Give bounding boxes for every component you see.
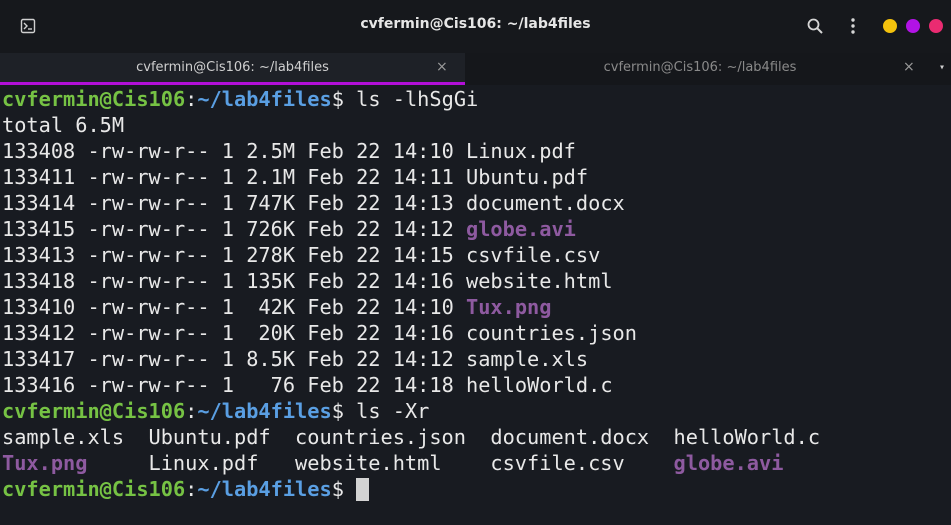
prompt-line: cvfermin@Cis106:~/lab4files$ ls -lhSgGi (2, 86, 949, 112)
file-metadata: 133410 -rw-rw-r-- 1 42K Feb 22 14:10 (2, 295, 466, 319)
file-name: sample.xls (466, 347, 589, 371)
prompt-path: ~/lab4files (197, 87, 332, 111)
file-name: helloWorld.c (466, 373, 613, 397)
tab-overflow-chevron-down-icon[interactable]: ▾ (939, 62, 945, 73)
listing-row: 133412 -rw-rw-r-- 1 20K Feb 22 14:16 cou… (2, 320, 949, 346)
file-metadata: 133412 -rw-rw-r-- 1 20K Feb 22 14:16 (2, 321, 466, 345)
prompt-separator: : (185, 399, 198, 423)
command-text (344, 477, 356, 501)
file-name: globe.avi (466, 217, 576, 241)
file-name: Tux.png (466, 295, 552, 319)
prompt-symbol: $ (331, 399, 344, 423)
file-name: csvfile.csv (490, 451, 625, 475)
listing-row: 133414 -rw-rw-r-- 1 747K Feb 22 14:13 do… (2, 190, 949, 216)
tab-label: cvfermin@Cis106: ~/lab4files (603, 60, 797, 75)
listing-row: 133416 -rw-rw-r-- 1 76 Feb 22 14:18 hell… (2, 372, 949, 398)
prompt-symbol: $ (331, 87, 344, 111)
prompt-user: cvfermin@Cis106 (2, 87, 186, 111)
file-name: Linux.pdf (466, 139, 576, 163)
listing-row: 133413 -rw-rw-r-- 1 278K Feb 22 14:15 cs… (2, 242, 949, 268)
prompt-symbol: $ (331, 477, 344, 501)
prompt-line: cvfermin@Cis106:~/lab4files$ (2, 476, 949, 502)
file-name: csvfile.csv (466, 243, 601, 267)
ls-row: Tux.png Linux.pdf website.html csvfile.csv g… (2, 450, 949, 476)
tab-terminal-1[interactable]: cvfermin@Cis106: ~/lab4files × (0, 53, 465, 85)
listing-row: 133410 -rw-rw-r-- 1 42K Feb 22 14:10 Tux… (2, 294, 949, 320)
command-text: ls -Xr (343, 399, 430, 423)
tab-close-icon[interactable]: × (436, 59, 448, 75)
ls-row: sample.xls Ubuntu.pdf countries.json docume… (2, 424, 949, 450)
file-metadata: 133411 -rw-rw-r-- 1 2.1M Feb 22 14:11 (2, 165, 466, 189)
tab-bar: cvfermin@Cis106: ~/lab4files × cvfermin@… (0, 53, 951, 85)
file-name: website.html (466, 269, 613, 293)
prompt-separator: : (185, 87, 198, 111)
file-metadata: 133418 -rw-rw-r-- 1 135K Feb 22 14:16 (2, 269, 466, 293)
active-tab-indicator (0, 82, 465, 85)
file-name: Ubuntu.pdf (466, 165, 589, 189)
file-name: Linux.pdf (148, 451, 259, 475)
listing-row: 133411 -rw-rw-r-- 1 2.1M Feb 22 14:11 Ub… (2, 164, 949, 190)
file-name: globe.avi (673, 451, 784, 475)
prompt-user: cvfermin@Cis106 (2, 477, 186, 501)
close-window-button[interactable] (929, 19, 943, 33)
file-name: Ubuntu.pdf (148, 425, 271, 449)
file-name: countries.json (466, 321, 637, 345)
title-bar: cvfermin@Cis106: ~/lab4files (0, 0, 951, 53)
listing-row: 133417 -rw-rw-r-- 1 8.5K Feb 22 14:12 sa… (2, 346, 949, 372)
minimize-button[interactable] (883, 19, 897, 33)
prompt-path: ~/lab4files (197, 477, 332, 501)
command-text: ls -lhSgGi (343, 87, 479, 111)
file-name: document.docx (466, 191, 625, 215)
file-name: document.docx (490, 425, 650, 449)
listing-row: 133415 -rw-rw-r-- 1 726K Feb 22 14:12 gl… (2, 216, 949, 242)
total-line: total 6.5M (2, 113, 125, 137)
file-name: sample.xls (2, 425, 125, 449)
file-name: helloWorld.c (673, 425, 821, 449)
tab-terminal-2[interactable]: cvfermin@Cis106: ~/lab4files × (466, 53, 934, 85)
file-name: website.html (295, 451, 442, 475)
file-metadata: 133417 -rw-rw-r-- 1 8.5K Feb 22 14:12 (2, 347, 466, 371)
file-name: Tux.png (2, 451, 88, 475)
file-metadata: 133415 -rw-rw-r-- 1 726K Feb 22 14:12 (2, 217, 466, 241)
maximize-button[interactable] (906, 19, 920, 33)
file-metadata: 133408 -rw-rw-r-- 1 2.5M Feb 22 14:10 (2, 139, 466, 163)
file-metadata: 133414 -rw-rw-r-- 1 747K Feb 22 14:13 (2, 191, 466, 215)
prompt-separator: : (185, 477, 198, 501)
tab-label: cvfermin@Cis106: ~/lab4files (136, 60, 329, 75)
ls-xr-output: sample.xls Ubuntu.pdf countries.json docume… (2, 424, 949, 476)
file-name: countries.json (295, 425, 466, 449)
file-metadata: 133416 -rw-rw-r-- 1 76 Feb 22 14:18 (2, 373, 466, 397)
terminal-output[interactable]: cvfermin@Cis106:~/lab4files$ ls -lhSgGi … (2, 86, 949, 525)
prompt-path: ~/lab4files (197, 399, 332, 423)
file-metadata: 133413 -rw-rw-r-- 1 278K Feb 22 14:15 (2, 243, 466, 267)
kebab-menu-icon[interactable] (846, 17, 860, 35)
prompt-line: cvfermin@Cis106:~/lab4files$ ls -Xr (2, 398, 949, 424)
text-cursor (356, 478, 370, 501)
prompt-user: cvfermin@Cis106 (2, 399, 186, 423)
listing: 133408 -rw-rw-r-- 1 2.5M Feb 22 14:10 Li… (2, 138, 949, 398)
listing-row: 133418 -rw-rw-r-- 1 135K Feb 22 14:16 we… (2, 268, 949, 294)
search-icon[interactable] (806, 17, 824, 35)
listing-row: 133408 -rw-rw-r-- 1 2.5M Feb 22 14:10 Li… (2, 138, 949, 164)
tab-close-icon[interactable]: × (903, 59, 915, 75)
